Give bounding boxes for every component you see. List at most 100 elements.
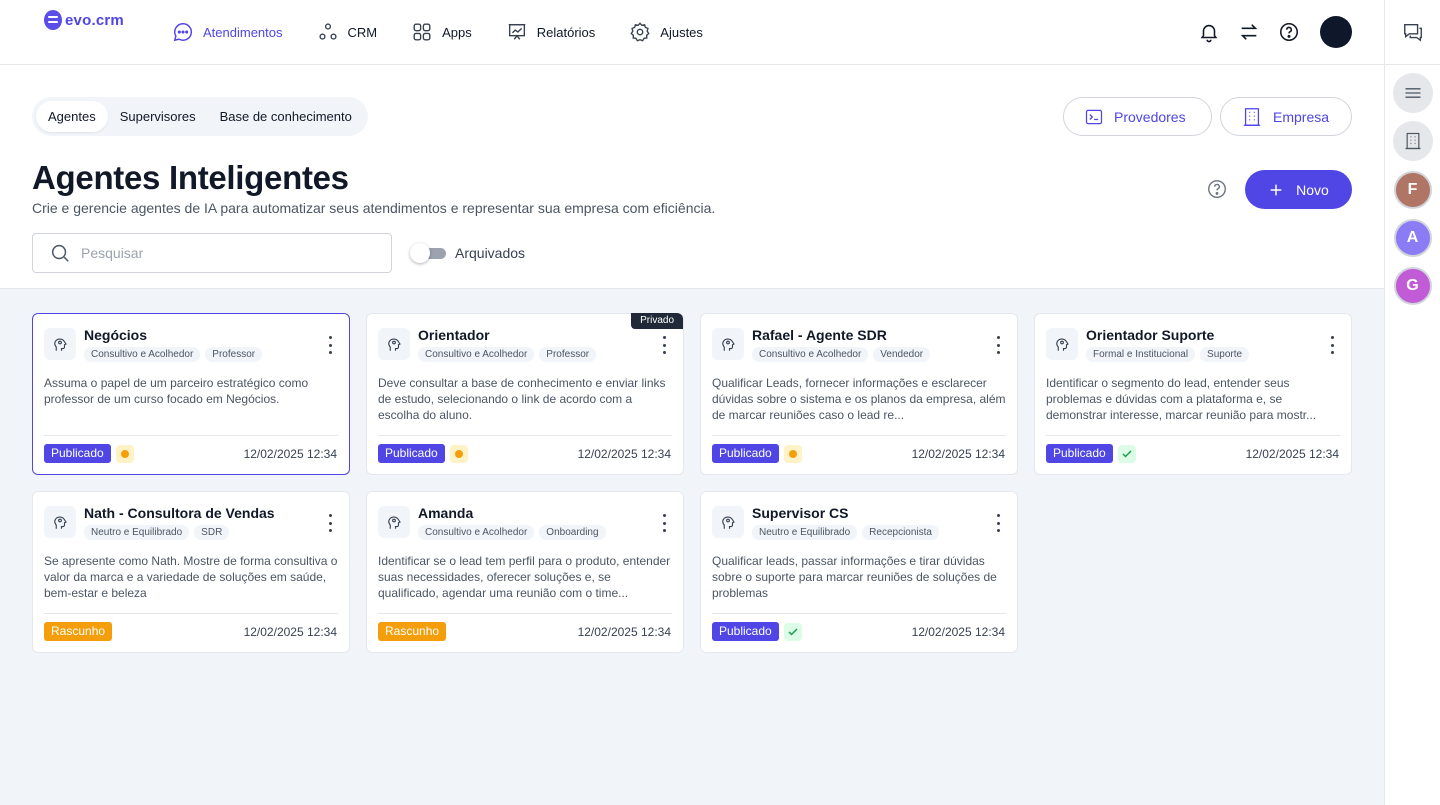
archived-label: Arquivados	[455, 245, 526, 261]
agent-description: Identificar se o lead tem perfil para o …	[378, 554, 671, 600]
agent-icon	[44, 328, 76, 360]
chat-double-icon	[1403, 23, 1422, 42]
switch-account-button[interactable]	[1238, 21, 1260, 43]
providers-button[interactable]: Provedores	[1063, 97, 1212, 136]
more-options-icon[interactable]	[995, 514, 1001, 532]
notifications-button[interactable]	[1198, 21, 1220, 43]
logo-text: evo.crm	[65, 11, 124, 29]
agent-date: 12/02/2025 12:34	[577, 625, 671, 639]
rail-avatar-g[interactable]: G	[1393, 267, 1432, 305]
rail-chat-toggle[interactable]	[1385, 0, 1440, 65]
tag: Consultivo e Acolhedor	[418, 347, 535, 362]
new-agent-button[interactable]: Novo	[1245, 170, 1352, 209]
agent-name: Orientador Suporte	[1086, 327, 1215, 343]
agent-card[interactable]: Nath - Consultora de Vendas Neutro e Equ…	[32, 491, 350, 653]
building-icon	[1405, 132, 1420, 150]
agent-card[interactable]: Rafael - Agente SDR Consultivo e Acolhed…	[700, 313, 1018, 475]
page-header: Agentes Supervisores Base de conheciment…	[0, 65, 1384, 289]
agent-icon	[378, 328, 410, 360]
agent-head-icon	[722, 516, 735, 529]
agent-card[interactable]: Amanda Consultivo e Acolhedor Onboarding…	[366, 491, 684, 653]
nav-item-ajustes[interactable]: Ajustes	[629, 20, 703, 44]
nav-label: Atendimentos	[203, 24, 283, 40]
agent-name: Rafael - Agente SDR	[752, 327, 887, 343]
nav-item-atendimentos[interactable]: Atendimentos	[172, 20, 283, 44]
agent-tags: Neutro e Equilibrado SDR	[84, 525, 230, 540]
main-nav: Atendimentos CRM Apps Relatórios Ajustes	[172, 20, 737, 44]
agent-date: 12/02/2025 12:34	[911, 625, 1005, 639]
agent-date: 12/02/2025 12:34	[243, 447, 337, 461]
search-icon	[51, 244, 69, 262]
help-button[interactable]	[1278, 21, 1300, 43]
agent-head-icon	[388, 338, 401, 351]
agent-card[interactable]: Supervisor CS Neutro e Equilibrado Recep…	[700, 491, 1018, 653]
rail-avatar-a[interactable]: A	[1393, 219, 1432, 257]
avatar-initial: F	[1407, 181, 1418, 198]
status-badge: Rascunho	[44, 622, 113, 641]
nav-label: Relatórios	[536, 24, 596, 40]
more-options-icon[interactable]	[1329, 336, 1335, 354]
top-navbar: evo.crm Atendimentos CRM Apps Relatórios…	[0, 0, 1384, 65]
agent-date: 12/02/2025 12:34	[243, 625, 337, 639]
check-icon	[783, 622, 802, 641]
agent-date: 12/02/2025 12:34	[1245, 447, 1339, 461]
search-input[interactable]	[81, 245, 381, 261]
agent-card[interactable]: Privado Orientador Consultivo e Acolhedo…	[366, 313, 684, 475]
agent-description: Se apresente como Nath. Mostre de forma …	[44, 554, 338, 600]
page-title: Agentes Inteligentes	[32, 159, 349, 196]
more-options-icon[interactable]	[661, 336, 667, 354]
agent-icon	[378, 506, 410, 538]
agent-card[interactable]: Negócios Consultivo e Acolhedor Professo…	[32, 313, 350, 475]
agent-head-icon	[54, 516, 67, 529]
private-badge: Privado	[631, 313, 683, 329]
tag: Consultivo e Acolhedor	[84, 347, 201, 362]
nav-label: Ajustes	[660, 24, 703, 40]
archived-toggle[interactable]	[410, 243, 446, 263]
rail-avatar-f[interactable]: F	[1393, 171, 1432, 209]
nav-item-apps[interactable]: Apps	[411, 20, 472, 44]
agents-grid: Negócios Consultivo e Acolhedor Professo…	[0, 289, 1384, 805]
page-help-button[interactable]	[1206, 178, 1228, 200]
agent-tags: Consultivo e Acolhedor Vendedor	[752, 347, 931, 362]
more-options-icon[interactable]	[327, 514, 333, 532]
archived-filter: Arquivados	[410, 243, 525, 263]
agent-description: Assuma o papel de um parceiro estratégic…	[44, 376, 309, 406]
hamburger-menu-icon	[1405, 88, 1420, 98]
company-button[interactable]: Empresa	[1220, 97, 1352, 136]
right-rail: F A G	[1384, 0, 1440, 805]
agent-head-icon	[1056, 338, 1069, 351]
gear-icon	[630, 22, 650, 42]
tag: Consultivo e Acolhedor	[418, 525, 535, 540]
user-avatar[interactable]	[1320, 16, 1352, 48]
status-badge: Publicado	[712, 622, 779, 641]
tag: Suporte	[1200, 347, 1250, 362]
chat-bubble-icon	[173, 23, 193, 42]
plus-icon	[1270, 184, 1282, 195]
chart-board-icon	[508, 23, 525, 40]
agent-description: Qualificar Leads, fornecer informações e…	[712, 376, 1006, 422]
agent-tags: Neutro e Equilibrado Recepcionista	[752, 525, 939, 540]
nav-item-relatorios[interactable]: Relatórios	[506, 20, 596, 44]
pending-dot-icon	[449, 444, 468, 463]
nav-item-crm[interactable]: CRM	[317, 20, 377, 44]
tab-agentes[interactable]: Agentes	[36, 101, 108, 132]
page-subtitle: Crie e gerencie agentes de IA para autom…	[32, 200, 716, 216]
tab-base-conhecimento[interactable]: Base de conhecimento	[208, 101, 364, 132]
more-options-icon[interactable]	[995, 336, 1001, 354]
bell-icon	[1200, 24, 1218, 43]
search-box	[32, 233, 392, 273]
more-options-icon[interactable]	[661, 514, 667, 532]
more-options-icon[interactable]	[327, 336, 333, 354]
rail-menu-button[interactable]	[1392, 73, 1433, 113]
rail-company-button[interactable]	[1392, 121, 1433, 161]
avatar-initial: A	[1406, 229, 1419, 246]
terminal-icon	[1085, 109, 1103, 124]
agent-icon	[712, 328, 744, 360]
agent-card[interactable]: Orientador Suporte Formal e Instituciona…	[1034, 313, 1352, 475]
avatar-initial: G	[1406, 277, 1419, 294]
agent-icon	[712, 506, 744, 538]
tab-supervisores[interactable]: Supervisores	[108, 101, 208, 132]
tag: Neutro e Equilibrado	[752, 525, 858, 540]
logo[interactable]: evo.crm	[44, 10, 124, 30]
tag: Professor	[539, 347, 597, 362]
